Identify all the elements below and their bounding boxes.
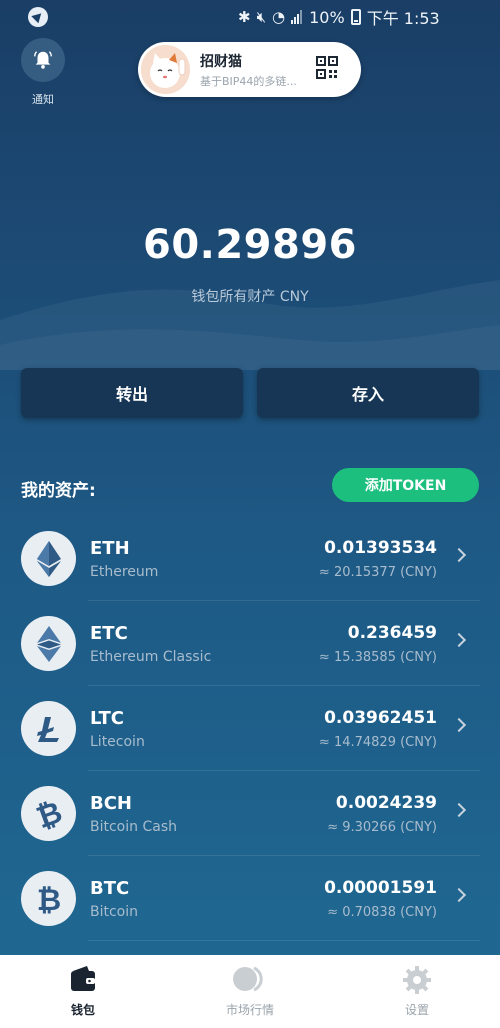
notification-label: 通知: [32, 93, 54, 106]
chevron-right-icon: [451, 887, 467, 903]
wallet-icon: [71, 966, 95, 991]
svg-text:₿: ₿: [36, 883, 60, 916]
coin-name: Ethereum Classic: [90, 649, 212, 665]
nav-settings[interactable]: 设置: [334, 955, 500, 1028]
coin-symbol: ETH: [90, 538, 130, 559]
qr-code-icon[interactable]: [316, 56, 338, 80]
battery-text: 10%: [309, 7, 345, 27]
coin-name: Ethereum: [90, 564, 159, 580]
coin-value: ≈ 0.70838 (CNY): [327, 905, 437, 920]
litecoin-icon: [21, 701, 76, 756]
coin-amount: 0.01393534: [324, 538, 437, 558]
wallet-screen: ✱ 🔇︎ ◔ 10% 下午 1:53 通知 招财猫 基于BIP44的多链... …: [0, 0, 500, 1028]
mute-icon: 🔇︎: [256, 8, 267, 26]
asset-row-ltc[interactable]: LTC Litecoin 0.03962451 ≈ 14.74829 (CNY): [0, 686, 500, 771]
lucky-cat-icon: [141, 45, 190, 94]
asset-row-etc[interactable]: ETC Ethereum Classic 0.236459 ≈ 15.38585…: [0, 601, 500, 686]
battery-icon: [350, 9, 361, 25]
coin-symbol: LTC: [90, 708, 124, 729]
gear-icon: [403, 966, 431, 994]
deposit-button[interactable]: 存入: [257, 368, 479, 418]
coin-amount: 0.236459: [347, 623, 437, 643]
transfer-out-button[interactable]: 转出: [21, 368, 243, 418]
coin-value: ≈ 14.74829 (CNY): [318, 735, 437, 750]
bitcoin-cash-icon: ₿: [21, 786, 76, 841]
coin-value: ≈ 9.30266 (CNY): [327, 820, 437, 835]
coin-value: ≈ 15.38585 (CNY): [318, 650, 437, 665]
nav-wallet-label: 钱包: [70, 1003, 95, 1017]
bluetooth-icon: ✱: [238, 8, 251, 26]
asset-row-eth[interactable]: ETH Ethereum 0.01393534 ≈ 20.15377 (CNY): [0, 516, 500, 601]
location-arrow-icon: [28, 7, 48, 27]
nav-settings-label: 设置: [404, 1003, 429, 1017]
coin-name: Litecoin: [90, 734, 145, 750]
coin-symbol: BCH: [90, 793, 132, 814]
chevron-right-icon: [451, 547, 467, 563]
coin-symbol: ETC: [90, 623, 128, 644]
nav-wallet[interactable]: 钱包: [0, 955, 166, 1028]
wallet-subtitle: 基于BIP44的多链...: [200, 75, 297, 88]
bitcoin-icon: ₿: [21, 871, 76, 926]
asset-row-btc[interactable]: ₿ BTC Bitcoin 0.00001591 ≈ 0.70838 (CNY): [0, 856, 500, 941]
signal-icon: [291, 10, 303, 24]
ethereum-classic-icon: [21, 616, 76, 671]
clock: 下午 1:53: [366, 9, 440, 28]
bottom-navigation: 钱包 市场行情 设置: [0, 955, 500, 1028]
coin-name: Bitcoin Cash: [90, 819, 177, 835]
coin-value: ≈ 20.15377 (CNY): [318, 565, 437, 580]
wifi-icon: ◔: [272, 8, 286, 26]
chevron-right-icon: [451, 632, 467, 648]
coin-amount: 0.03962451: [324, 708, 437, 728]
chevron-right-icon: [451, 717, 467, 733]
row-divider: [88, 940, 480, 941]
svg-text:₿: ₿: [32, 794, 67, 834]
status-icons: ✱ 🔇︎ ◔ 10% 下午 1:53: [238, 7, 440, 29]
notification-button[interactable]: [21, 38, 65, 82]
chevron-right-icon: [451, 802, 467, 818]
wallet-selector-card[interactable]: 招财猫 基于BIP44的多链...: [138, 42, 361, 97]
coin-amount: 0.0024239: [335, 793, 437, 813]
nav-market[interactable]: 市场行情: [167, 955, 333, 1028]
market-icon: [233, 966, 263, 992]
background-wave: [0, 280, 500, 370]
status-bar: ✱ 🔇︎ ◔ 10% 下午 1:53: [0, 0, 500, 34]
add-token-button[interactable]: 添加TOKEN: [332, 468, 479, 502]
wallet-avatar: [141, 45, 190, 94]
coin-symbol: BTC: [90, 878, 130, 899]
total-balance-label: 钱包所有财产 CNY: [191, 289, 309, 305]
bell-icon: [34, 51, 52, 69]
asset-row-bch[interactable]: ₿ BCH Bitcoin Cash 0.0024239 ≈ 9.30266 (…: [0, 771, 500, 856]
nav-market-label: 市场行情: [225, 1003, 274, 1017]
coin-name: Bitcoin: [90, 904, 139, 920]
ethereum-icon: [21, 531, 76, 586]
assets-title: 我的资产:: [21, 481, 96, 501]
wallet-name: 招财猫: [200, 54, 242, 70]
total-balance: 60.29896: [142, 222, 358, 268]
coin-amount: 0.00001591: [324, 878, 437, 898]
